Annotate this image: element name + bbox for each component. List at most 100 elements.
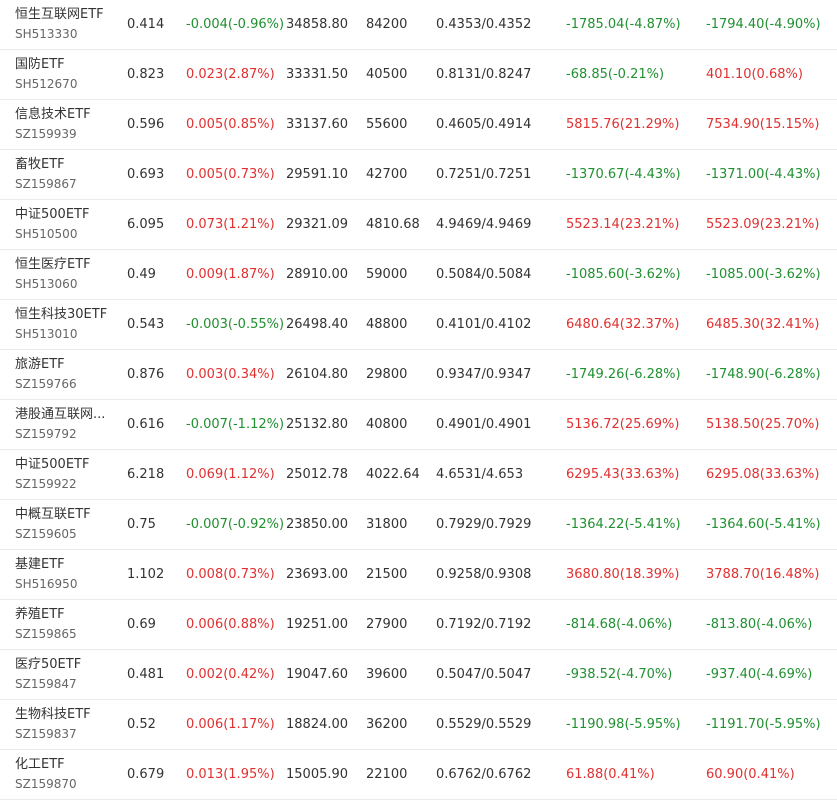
table-row[interactable]: 畜牧ETF SZ159867 0.693 0.005(0.73%) 29591.… [0,150,837,200]
fund-cell: 旅游ETF SZ159766 [15,350,115,399]
fund-cell: 中概互联ETF SZ159605 [15,500,115,549]
change-cell: 0.009(1.87%) [186,267,275,282]
fund-name-link[interactable]: 旅游ETF [15,356,65,374]
change-cell: 0.023(2.87%) [186,67,275,82]
fund-name-link[interactable]: 基建ETF [15,556,65,574]
amount-cell: 19251.00 [286,617,349,632]
fund-name-link[interactable]: 生物科技ETF [15,706,91,724]
fund-code: SH513060 [15,277,78,291]
fund-cell: 中证500ETF SZ159922 [15,450,115,499]
fund-name-link[interactable]: 国防ETF [15,56,65,74]
premium-cell-1: -1785.04(-4.87%) [566,17,681,32]
fund-code: SH513010 [15,327,78,341]
fund-name-link[interactable]: 畜牧ETF [15,156,65,174]
volume-cell: 22100 [366,767,408,782]
price-cell: 0.49 [127,267,156,282]
iopv-cell: 0.7192/0.7192 [436,617,532,632]
fund-name-link[interactable]: 中概互联ETF [15,506,91,524]
fund-name-link[interactable]: 医疗50ETF [15,656,81,674]
change-cell: 0.069(1.12%) [186,467,275,482]
fund-name-link[interactable]: 恒生科技30ETF [15,306,107,324]
fund-name-link[interactable]: 化工ETF [15,756,65,774]
fund-code: SH516950 [15,577,78,591]
premium-cell-2: -1191.70(-5.95%) [706,717,821,732]
amount-cell: 23693.00 [286,567,349,582]
fund-code: SH513330 [15,27,78,41]
fund-code: SZ159922 [15,477,77,491]
change-cell: 0.073(1.21%) [186,217,275,232]
table-row[interactable]: 中证500ETF SZ159922 6.218 0.069(1.12%) 250… [0,450,837,500]
fund-code: SZ159939 [15,127,77,141]
iopv-cell: 0.5529/0.5529 [436,717,532,732]
fund-name-link[interactable]: 恒生互联网ETF [15,6,104,24]
amount-cell: 18824.00 [286,717,349,732]
price-cell: 0.414 [127,17,165,32]
table-row[interactable]: 恒生医疗ETF SH513060 0.49 0.009(1.87%) 28910… [0,250,837,300]
iopv-cell: 0.4605/0.4914 [436,117,532,132]
fund-name-link[interactable]: 港股通互联网... [15,406,105,424]
table-row[interactable]: 养殖ETF SZ159865 0.69 0.006(0.88%) 19251.0… [0,600,837,650]
fund-name-link[interactable]: 中证500ETF [15,456,89,474]
volume-cell: 40800 [366,417,408,432]
fund-code: SZ159766 [15,377,77,391]
fund-name-link[interactable]: 信息技术ETF [15,106,91,124]
premium-cell-1: 5523.14(23.21%) [566,217,680,232]
fund-cell: 基建ETF SH516950 [15,550,115,599]
table-row[interactable]: 国防ETF SH512670 0.823 0.023(2.87%) 33331.… [0,50,837,100]
table-row[interactable]: 恒生互联网ETF SH513330 0.414 -0.004(-0.96%) 3… [0,0,837,50]
volume-cell: 48800 [366,317,408,332]
table-row[interactable]: 中概互联ETF SZ159605 0.75 -0.007(-0.92%) 238… [0,500,837,550]
premium-cell-2: 7534.90(15.15%) [706,117,820,132]
table-row[interactable]: 信息技术ETF SZ159939 0.596 0.005(0.85%) 3313… [0,100,837,150]
change-cell: 0.006(0.88%) [186,617,275,632]
volume-cell: 40500 [366,67,408,82]
volume-cell: 31800 [366,517,408,532]
fund-code: SZ159847 [15,677,77,691]
premium-cell-1: -814.68(-4.06%) [566,617,673,632]
table-row[interactable]: 恒生科技30ETF SH513010 0.543 -0.003(-0.55%) … [0,300,837,350]
fund-name-link[interactable]: 养殖ETF [15,606,65,624]
premium-cell-2: -937.40(-4.69%) [706,667,813,682]
iopv-cell: 0.5084/0.5084 [436,267,532,282]
premium-cell-1: -938.52(-4.70%) [566,667,673,682]
fund-code: SZ159870 [15,777,77,791]
amount-cell: 29591.10 [286,167,349,182]
table-row[interactable]: 基建ETF SH516950 1.102 0.008(0.73%) 23693.… [0,550,837,600]
table-row[interactable]: 化工ETF SZ159870 0.679 0.013(1.95%) 15005.… [0,750,837,800]
premium-cell-1: 5136.72(25.69%) [566,417,680,432]
volume-cell: 42700 [366,167,408,182]
price-cell: 6.095 [127,217,165,232]
table-row[interactable]: 中证500ETF SH510500 6.095 0.073(1.21%) 293… [0,200,837,250]
volume-cell: 27900 [366,617,408,632]
fund-cell: 中证500ETF SH510500 [15,200,115,249]
table-row[interactable]: 生物科技ETF SZ159837 0.52 0.006(1.17%) 18824… [0,700,837,750]
fund-cell: 恒生医疗ETF SH513060 [15,250,115,299]
table-row[interactable]: 旅游ETF SZ159766 0.876 0.003(0.34%) 26104.… [0,350,837,400]
volume-cell: 59000 [366,267,408,282]
fund-cell: 医疗50ETF SZ159847 [15,650,115,699]
table-row[interactable]: 港股通互联网... SZ159792 0.616 -0.007(-1.12%) … [0,400,837,450]
fund-name-link[interactable]: 中证500ETF [15,206,89,224]
amount-cell: 33137.60 [286,117,349,132]
fund-code: SH512670 [15,77,78,91]
table-body: 恒生互联网ETF SH513330 0.414 -0.004(-0.96%) 3… [0,0,837,800]
iopv-cell: 0.4101/0.4102 [436,317,532,332]
premium-cell-1: 6480.64(32.37%) [566,317,680,332]
price-cell: 1.102 [127,567,165,582]
volume-cell: 29800 [366,367,408,382]
amount-cell: 28910.00 [286,267,349,282]
premium-cell-2: 60.90(0.41%) [706,767,795,782]
iopv-cell: 4.9469/4.9469 [436,217,532,232]
price-cell: 6.218 [127,467,165,482]
change-cell: 0.008(0.73%) [186,567,275,582]
table-row[interactable]: 医疗50ETF SZ159847 0.481 0.002(0.42%) 1904… [0,650,837,700]
price-cell: 0.596 [127,117,165,132]
change-cell: -0.007(-1.12%) [186,417,285,432]
price-cell: 0.876 [127,367,165,382]
volume-cell: 36200 [366,717,408,732]
premium-cell-2: 401.10(0.68%) [706,67,803,82]
premium-cell-2: 6295.08(33.63%) [706,467,820,482]
fund-name-link[interactable]: 恒生医疗ETF [15,256,91,274]
iopv-cell: 0.9258/0.9308 [436,567,532,582]
change-cell: 0.006(1.17%) [186,717,275,732]
